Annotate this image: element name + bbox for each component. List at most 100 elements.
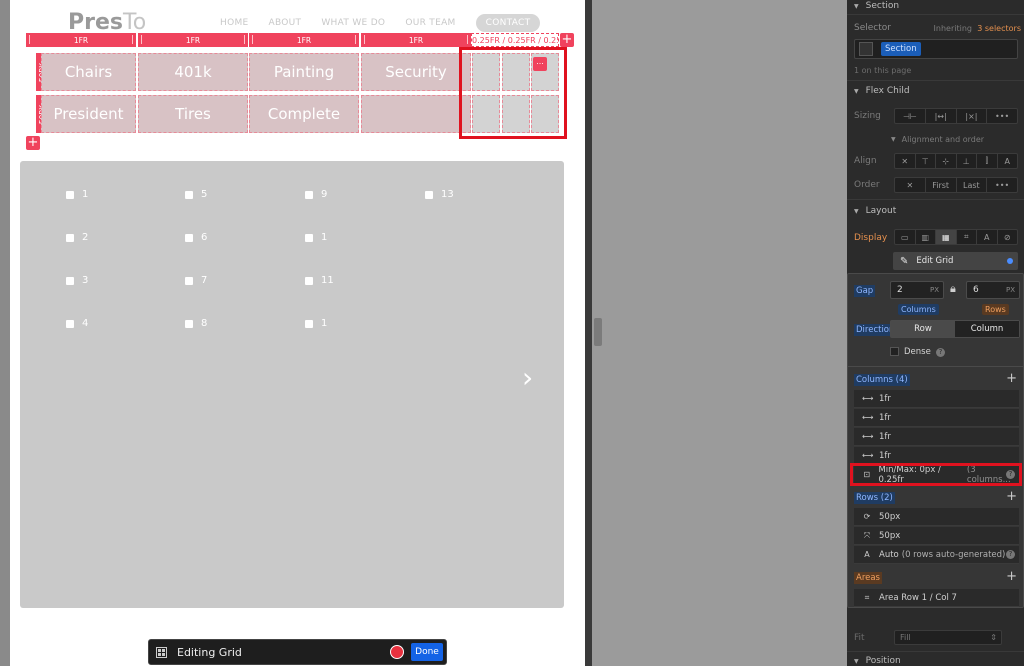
display-segmented-control[interactable]: ▭ ▥ ▦ ⌗ A ⊘ — [894, 229, 1018, 245]
nav-what-we-do[interactable]: WHAT WE DO — [321, 18, 385, 32]
site-logo[interactable]: PresTo — [68, 10, 146, 35]
align-center-icon[interactable]: ⊹ — [936, 154, 957, 168]
checkbox-item[interactable]: 2 — [66, 232, 88, 243]
align-segmented-control[interactable]: ✕ ⊤ ⊹ ⊥ ⫿ A — [894, 153, 1018, 169]
align-stretch-icon[interactable]: ⫿ — [977, 154, 998, 168]
sizing-segmented-control[interactable]: ⊣⊢ |↔| |×| ••• — [894, 108, 1018, 124]
nav-contact[interactable]: CONTACT — [475, 14, 541, 32]
grid-cell-401k[interactable]: 401k — [138, 53, 248, 91]
column-track-item[interactable]: ⟷ 1fr — [854, 409, 1019, 427]
slider-next-arrow-icon[interactable]: › — [522, 361, 533, 394]
direction-row-button[interactable]: Row — [891, 321, 955, 337]
grid-cell-chairs[interactable]: Chairs — [41, 53, 136, 91]
checkbox-box[interactable] — [185, 190, 193, 199]
dense-checkbox[interactable] — [890, 347, 899, 356]
grid-cell-painting[interactable]: Painting — [249, 53, 359, 91]
checkbox-item[interactable]: 6 — [185, 232, 207, 243]
flex-child-header[interactable]: ▼ Flex Child — [847, 85, 1024, 97]
row-auto-item[interactable]: A Auto (0 rows auto-generated)? — [854, 546, 1019, 564]
add-row-button[interactable]: + — [26, 136, 40, 150]
align-top-icon[interactable]: ⊤ — [916, 154, 936, 168]
grid-cell-president[interactable]: President — [41, 95, 136, 133]
layout-header[interactable]: ▼ Layout — [847, 205, 1024, 217]
add-row-plus-icon[interactable]: + — [1006, 489, 1017, 504]
sizing-none-icon[interactable]: |×| — [957, 109, 988, 123]
grid-column-4-track[interactable]: 1FR — [361, 33, 471, 47]
done-button[interactable]: Done — [411, 643, 443, 661]
grid-column-1-track[interactable]: 1FR — [26, 33, 136, 47]
selector-field[interactable]: Section — [847, 39, 1024, 59]
checkbox-box[interactable] — [305, 276, 313, 285]
sizing-grow-icon[interactable]: |↔| — [926, 109, 957, 123]
nav-home[interactable]: HOME — [220, 18, 249, 32]
checkbox-item[interactable]: 8 — [185, 318, 207, 329]
grid-cell-tires[interactable]: Tires — [138, 95, 248, 133]
checkbox-box[interactable] — [305, 190, 313, 199]
slider-section[interactable]: 1 2 3 4 5 6 7 8 9 1 11 1 13 › — [20, 161, 564, 608]
sizing-shrink-icon[interactable]: ⊣⊢ — [895, 109, 926, 123]
edit-grid-button[interactable]: ✎ Edit Grid — [893, 252, 1018, 270]
checkbox-box[interactable] — [66, 233, 74, 242]
display-inline-icon[interactable]: ⌗ — [957, 230, 977, 244]
order-none-icon[interactable]: ✕ — [895, 178, 926, 192]
design-canvas[interactable]: PresTo HOME ABOUT WHAT WE DO OUR TEAM CO… — [10, 0, 585, 666]
checkbox-item[interactable]: 9 — [305, 189, 327, 200]
checkbox-item[interactable]: 4 — [66, 318, 88, 329]
resize-handle[interactable] — [594, 318, 602, 346]
minmax-columns-track[interactable]: 0.25FR / 0.25FR / 0.25 — [471, 33, 559, 47]
checkbox-box[interactable] — [66, 276, 74, 285]
gap-columns-input[interactable]: 2 PX — [890, 281, 944, 299]
display-text-icon[interactable]: A — [977, 230, 998, 244]
display-grid-icon[interactable]: ▦ — [936, 230, 957, 244]
row-track-item[interactable]: ⟳ 50px — [854, 508, 1019, 526]
more-icon[interactable]: ••• — [987, 178, 1017, 192]
checkbox-box[interactable] — [185, 276, 193, 285]
display-flex-icon[interactable]: ▥ — [916, 230, 936, 244]
row-track-item[interactable]: ⤧ 50px — [854, 527, 1019, 545]
checkbox-item[interactable]: 1 — [66, 189, 88, 200]
order-last-button[interactable]: Last — [957, 178, 988, 192]
add-column-button[interactable]: + — [560, 33, 574, 47]
checkbox-box[interactable] — [66, 319, 74, 328]
more-icon[interactable]: ••• — [987, 109, 1017, 123]
checkbox-box[interactable] — [185, 233, 193, 242]
area-item[interactable]: ⌗ Area Row 1 / Col 7 — [854, 589, 1019, 607]
section-header[interactable]: ▼ Section — [847, 0, 1024, 12]
order-segmented-control[interactable]: ✕ First Last ••• — [894, 177, 1018, 193]
checkbox-item[interactable]: 7 — [185, 275, 207, 286]
selector-chip[interactable]: Section — [881, 42, 921, 56]
grid-column-2-track[interactable]: 1FR — [138, 33, 248, 47]
grid-cell-security[interactable]: Security — [361, 53, 471, 91]
lock-icon[interactable]: 🔒︎ — [950, 282, 956, 296]
nav-our-team[interactable]: OUR TEAM — [405, 18, 455, 32]
checkbox-box[interactable] — [305, 233, 313, 242]
checkbox-item[interactable]: 1 — [305, 318, 327, 329]
nav-about[interactable]: ABOUT — [269, 18, 302, 32]
checkbox-item[interactable]: 1 — [305, 232, 327, 243]
help-icon[interactable]: ? — [936, 348, 945, 357]
checkbox-box[interactable] — [66, 190, 74, 199]
add-area-plus-icon[interactable]: + — [1006, 569, 1017, 584]
position-header[interactable]: ▼ Position — [847, 656, 1024, 666]
grid-column-3-track[interactable]: 1FR — [249, 33, 359, 47]
column-track-item[interactable]: ⟷ 1fr — [854, 428, 1019, 446]
checkbox-box[interactable] — [425, 190, 433, 199]
grid-cell-complete[interactable]: Complete — [249, 95, 359, 133]
checkbox-box[interactable] — [305, 319, 313, 328]
checkbox-item[interactable]: 3 — [66, 275, 88, 286]
checkbox-item[interactable]: 5 — [185, 189, 207, 200]
display-none-icon[interactable]: ⊘ — [998, 230, 1018, 244]
direction-column-button[interactable]: Column — [955, 321, 1019, 337]
display-block-icon[interactable]: ▭ — [895, 230, 916, 244]
alignment-order-header[interactable]: ▼ Alignment and order — [847, 133, 1024, 145]
fit-select[interactable]: Fill ⇕ — [894, 630, 1002, 645]
checkbox-item[interactable]: 11 — [305, 275, 334, 286]
checkbox-box[interactable] — [185, 319, 193, 328]
gap-rows-input[interactable]: 6 PX — [966, 281, 1020, 299]
add-column-plus-icon[interactable]: + — [1006, 371, 1017, 386]
order-first-button[interactable]: First — [926, 178, 957, 192]
align-bottom-icon[interactable]: ⊥ — [957, 154, 977, 168]
record-indicator-icon[interactable] — [390, 645, 404, 659]
grid-cell-empty[interactable] — [361, 95, 471, 133]
checkbox-item[interactable]: 13 — [425, 189, 454, 200]
